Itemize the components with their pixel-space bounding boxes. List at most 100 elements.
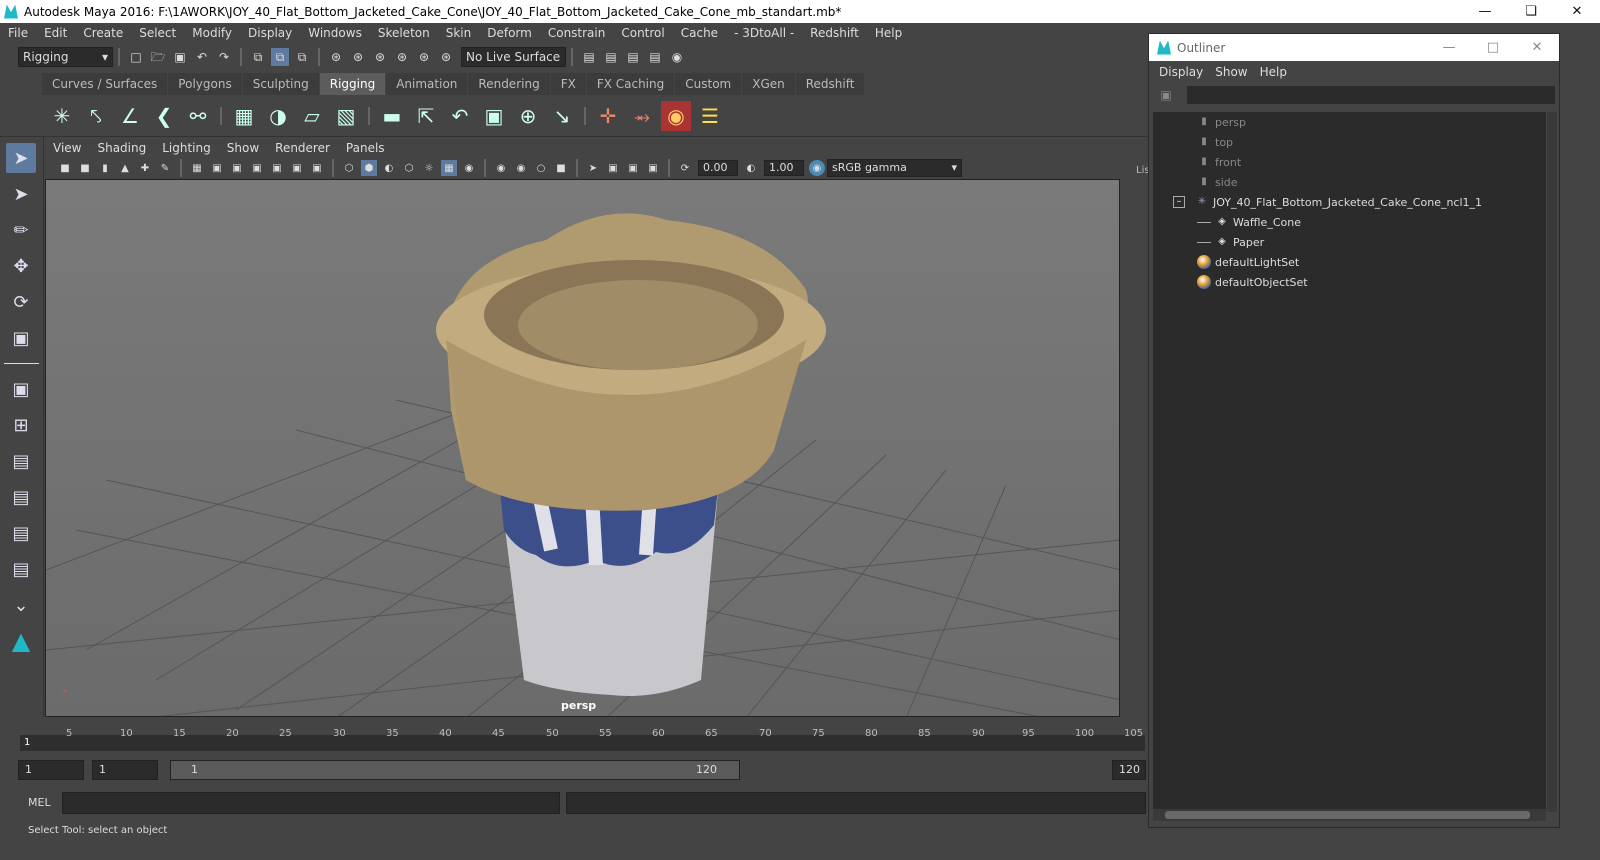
isolate-select-icon[interactable]: ➤ [585, 160, 601, 176]
undo-icon[interactable]: ↶ [193, 48, 211, 66]
backface-icon[interactable]: ■ [553, 160, 569, 176]
point-constraint-icon[interactable]: ▬ [377, 101, 407, 131]
cluster-icon[interactable]: ▧ [331, 101, 361, 131]
outliner-menu-display[interactable]: Display [1153, 65, 1209, 79]
ik-handle-icon[interactable]: ⤣ [81, 101, 111, 131]
aim-constraint-icon[interactable]: ⇱ [411, 101, 441, 131]
move-tool-icon[interactable]: ✥ [6, 251, 36, 281]
tree-item-side[interactable]: ▮ side [1197, 172, 1237, 192]
film-gate-icon[interactable]: ▣ [209, 160, 225, 176]
select-hierarchy-icon[interactable]: ⧉ [249, 48, 267, 66]
menu-cache[interactable]: Cache [673, 26, 726, 40]
motion-blur-icon[interactable]: ▣ [625, 160, 641, 176]
tab-redshift[interactable]: Redshift [795, 73, 865, 95]
menu-redshift[interactable]: Redshift [802, 26, 867, 40]
outliner-vertical-scrollbar[interactable] [1547, 112, 1557, 812]
menu-deform[interactable]: Deform [479, 26, 540, 40]
smooth-shade-icon[interactable]: ⬢ [361, 160, 377, 176]
select-object-icon[interactable]: ⧉ [271, 48, 289, 66]
select-component-icon[interactable]: ⧉ [293, 48, 311, 66]
render-frame-icon[interactable]: ▤ [602, 48, 620, 66]
tab-curves-surfaces[interactable]: Curves / Surfaces [42, 73, 168, 95]
tree-item-default-light-set[interactable]: defaultLightSet [1197, 252, 1299, 272]
end-time-field[interactable]: 120 [1112, 760, 1146, 780]
minimize-icon[interactable]: — [1427, 40, 1471, 55]
resolution-gate-icon[interactable]: ▣ [229, 160, 245, 176]
tab-fx[interactable]: FX [550, 73, 586, 95]
tree-item-paper[interactable]: ◈ Paper [1197, 232, 1264, 252]
default-lighting-icon[interactable]: ◐ [381, 160, 397, 176]
color-management-icon[interactable]: ◉ [809, 160, 825, 176]
menu-select[interactable]: Select [131, 26, 184, 40]
safe-title-icon[interactable]: ▣ [309, 160, 325, 176]
menu-control[interactable]: Control [613, 26, 672, 40]
blend-shape-icon[interactable]: ◉ [661, 100, 691, 131]
two-d-pan-icon[interactable]: ✚ [137, 160, 153, 176]
mel-input[interactable] [62, 792, 560, 814]
snap-curve-icon[interactable]: ⊛ [349, 48, 367, 66]
tab-xgen[interactable]: XGen [742, 73, 795, 95]
xray-components-icon[interactable]: ○ [533, 160, 549, 176]
snap-surface-icon[interactable]: ⊛ [415, 48, 433, 66]
insert-joint-icon[interactable]: ❮ [149, 101, 179, 131]
panel-menu-renderer[interactable]: Renderer [267, 141, 338, 155]
panel-menu-view[interactable]: View [45, 141, 89, 155]
mel-label[interactable]: MEL [28, 796, 51, 809]
rotate-tool-icon[interactable]: ⟳ [6, 287, 36, 317]
menu-create[interactable]: Create [75, 26, 131, 40]
minimize-icon[interactable]: — [1462, 4, 1508, 19]
tree-item-front[interactable]: ▮ front [1197, 152, 1241, 172]
menu-skeleton[interactable]: Skeleton [370, 26, 438, 40]
hypershade-icon[interactable]: ◉ [668, 48, 686, 66]
persp-graph-icon[interactable]: ▤ [6, 482, 36, 512]
orient-constraint-icon[interactable]: ↶ [445, 101, 475, 131]
tab-fx-caching[interactable]: FX Caching [586, 73, 675, 95]
menu-windows[interactable]: Windows [300, 26, 370, 40]
render-view-icon[interactable]: ▤ [646, 48, 664, 66]
tab-rigging[interactable]: Rigging [319, 73, 386, 95]
tree-item-default-object-set[interactable]: defaultObjectSet [1197, 272, 1308, 292]
safe-action-icon[interactable]: ▣ [289, 160, 305, 176]
smooth-bind-icon[interactable]: ◑ [263, 101, 293, 131]
perspective-viewport[interactable]: ↗ persp [45, 179, 1120, 717]
image-plane-icon[interactable]: ▲ [117, 160, 133, 176]
render-settings-icon[interactable]: ▤ [580, 48, 598, 66]
gamma-field[interactable]: 1.00 [764, 160, 804, 176]
humanik-icon[interactable]: ⚯ [183, 101, 213, 131]
ik-spline-icon[interactable]: ∠ [115, 101, 145, 131]
panel-menu-panels[interactable]: Panels [338, 141, 393, 155]
module-dropdown[interactable]: Rigging ▾ [18, 47, 113, 67]
outliner-menu-show[interactable]: Show [1209, 65, 1253, 79]
grid-icon[interactable]: ▦ [189, 160, 205, 176]
exposure-field[interactable]: 0.00 [698, 160, 738, 176]
all-lights-icon[interactable]: ⬡ [401, 160, 417, 176]
close-icon[interactable]: ✕ [1554, 4, 1600, 19]
current-time-field[interactable]: 1 [92, 760, 158, 780]
scroll-thumb[interactable] [1165, 811, 1530, 819]
lattice-icon[interactable]: ▱ [297, 101, 327, 131]
snap-view-icon[interactable]: ⊛ [393, 48, 411, 66]
four-view-icon[interactable]: ⊞ [6, 410, 36, 440]
menu-3dtoall[interactable]: - 3DtoAll - [726, 26, 802, 40]
collapse-toggle-icon[interactable]: – [1173, 196, 1185, 208]
ipr-render-icon[interactable]: ▤ [624, 48, 642, 66]
playback-range-bar[interactable]: 1 120 [170, 760, 740, 780]
textured-icon[interactable]: ▦ [441, 160, 457, 176]
parent-constraint-icon[interactable]: ⊕ [513, 101, 543, 131]
gamma-icon[interactable]: ◐ [743, 160, 759, 176]
exposure-icon[interactable]: ⟳ [677, 160, 693, 176]
tree-item-persp[interactable]: ▮ persp [1197, 112, 1246, 132]
restore-icon[interactable]: ❏ [1508, 4, 1554, 19]
tab-animation[interactable]: Animation [386, 73, 468, 95]
maximize-icon[interactable]: □ [1471, 40, 1515, 55]
collapse-icon[interactable]: ⌄ [6, 590, 36, 620]
xray-joints-icon[interactable]: ◉ [513, 160, 529, 176]
menu-file[interactable]: File [0, 26, 36, 40]
locator-icon[interactable]: ✛ [593, 101, 623, 131]
joint-tool-icon[interactable]: ✳ [47, 101, 77, 131]
outliner-menu-help[interactable]: Help [1254, 65, 1293, 79]
filter-icon[interactable]: ▣ [1157, 86, 1175, 104]
open-scene-icon[interactable]: 🗁 [149, 48, 167, 66]
persp-outliner-icon[interactable]: ▤ [6, 446, 36, 476]
tab-rendering[interactable]: Rendering [468, 73, 550, 95]
